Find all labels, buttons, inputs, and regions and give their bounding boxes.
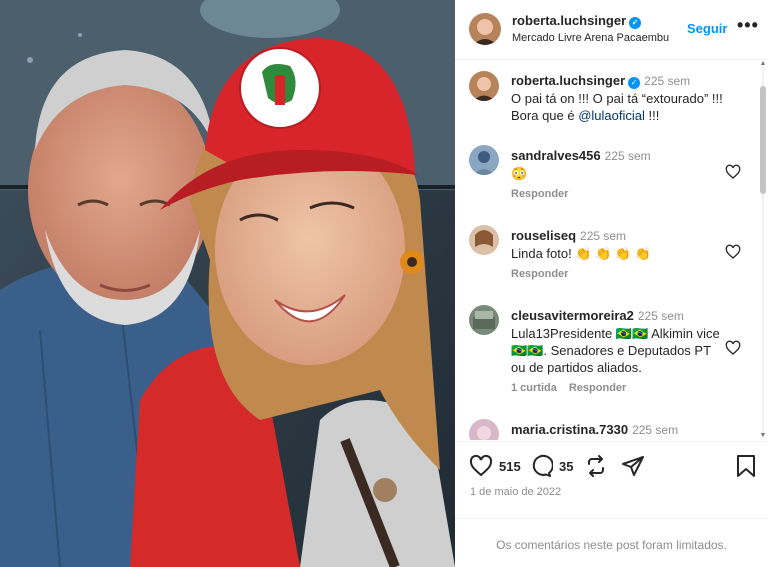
comment-username[interactable]: rouseliseq	[511, 228, 576, 243]
comment-username[interactable]: cleusavitermoreira2	[511, 308, 634, 323]
comment-username[interactable]: sandralves456	[511, 148, 601, 163]
repost-button[interactable]	[584, 454, 608, 478]
comment-time[interactable]: 225 sem	[638, 309, 684, 323]
comment-body: cleusavitermoreira2 225 sem Lula13Preside…	[511, 307, 726, 376]
action-bar: 515 35 1 de maio de 2022	[455, 441, 768, 517]
author-username-text[interactable]: roberta.luchsinger	[512, 13, 626, 28]
more-options-icon[interactable]: •••	[737, 16, 759, 34]
author-username[interactable]: roberta.luchsinger ✓	[512, 13, 642, 29]
comment-button[interactable]: 35	[529, 454, 573, 478]
reply-button[interactable]: Responder	[511, 268, 568, 280]
comment-avatar[interactable]	[469, 145, 499, 175]
comment-avatar[interactable]	[469, 225, 499, 255]
comments-list[interactable]: roberta.luchsinger ✓ 225 sem O pai tá on !…	[455, 61, 768, 440]
comment-like-icon[interactable]	[725, 340, 741, 356]
heart-icon[interactable]	[469, 454, 493, 478]
caption-body: roberta.luchsinger ✓ 225 sem O pai tá on !…	[511, 72, 741, 124]
selfie-photo-illustration	[0, 0, 455, 567]
comment-text: Linda foto! 👏 👏 👏 👏	[511, 246, 651, 261]
share-icon[interactable]	[621, 454, 645, 478]
like-button[interactable]: 515	[469, 454, 521, 478]
post-header: roberta.luchsinger ✓ Mercado Livre Arena …	[455, 0, 768, 60]
post-photo[interactable]	[0, 0, 455, 567]
post-side-panel: roberta.luchsinger ✓ Mercado Livre Arena …	[455, 0, 768, 567]
share-button[interactable]	[621, 454, 645, 478]
follow-button[interactable]: Seguir	[687, 21, 727, 36]
comments-scrollbar[interactable]: ▲ ▼	[759, 60, 767, 439]
reply-button[interactable]: Responder	[569, 382, 626, 394]
comment-like-icon[interactable]	[725, 164, 741, 180]
caption-username[interactable]: roberta.luchsinger	[511, 73, 625, 88]
comment-body: sandralves456 225 sem 😳	[511, 147, 736, 182]
comment-meta: 1 curtida Responder	[511, 382, 638, 394]
comment-text: Lula13Presidente 🇧🇷🇧🇷 Alkimin vice 🇧🇷🇧🇷.…	[511, 326, 720, 375]
comment-time[interactable]: 225 sem	[580, 229, 626, 243]
caption-time[interactable]: 225 sem	[644, 74, 690, 88]
likes-count[interactable]: 515	[499, 459, 521, 474]
verified-icon: ✓	[628, 77, 641, 89]
verified-icon: ✓	[629, 17, 642, 29]
comment-avatar[interactable]	[469, 419, 499, 440]
scrollbar-thumb[interactable]	[760, 86, 766, 194]
caption-avatar[interactable]	[469, 71, 499, 101]
bookmark-icon[interactable]	[735, 454, 757, 478]
comment-text: 😳	[511, 166, 528, 181]
comment-like-icon[interactable]	[725, 244, 741, 260]
comments-limited-notice: Os comentários neste post foram limitado…	[455, 518, 768, 567]
comment-likes[interactable]: 1 curtida	[511, 382, 557, 394]
reply-button[interactable]: Responder	[511, 188, 568, 200]
caption-mention[interactable]: @lulaoficial	[578, 108, 645, 123]
comments-count[interactable]: 35	[559, 459, 573, 474]
caption-text-after: !!!	[644, 108, 660, 123]
comment-meta: Responder	[511, 188, 580, 200]
comment-icon[interactable]	[529, 454, 553, 478]
repost-icon[interactable]	[584, 454, 608, 478]
comment-avatar[interactable]	[469, 305, 499, 335]
comment-body: maria.cristina.7330 225 sem	[511, 421, 736, 439]
comment-meta: Responder	[511, 268, 580, 280]
author-avatar[interactable]	[469, 13, 501, 45]
comment-body: rouseliseq 225 sem Linda foto! 👏 👏 👏 👏	[511, 227, 736, 262]
comment-time[interactable]: 225 sem	[605, 149, 651, 163]
save-button[interactable]	[735, 454, 757, 478]
scroll-down-icon[interactable]: ▼	[759, 432, 767, 440]
comment-time[interactable]: 225 sem	[632, 423, 678, 437]
comment-username[interactable]: maria.cristina.7330	[511, 422, 628, 437]
post-location[interactable]: Mercado Livre Arena Pacaembu	[512, 32, 669, 44]
post-date[interactable]: 1 de maio de 2022	[470, 486, 561, 498]
